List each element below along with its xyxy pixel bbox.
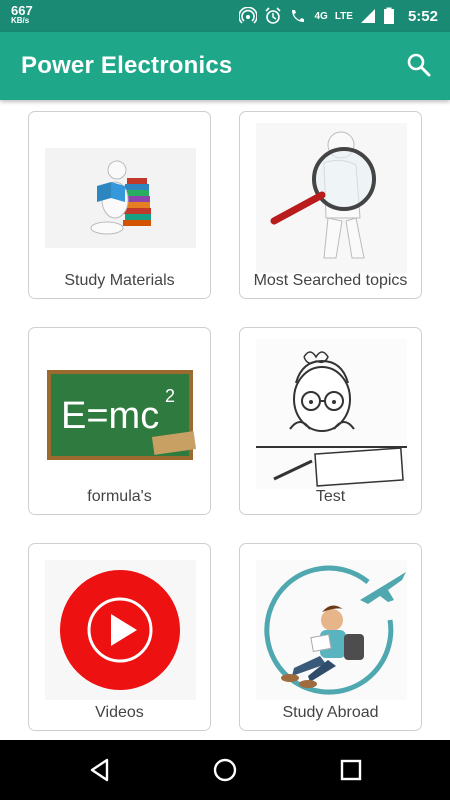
card-formulas[interactable]: E=mc 2 formula's xyxy=(28,327,211,515)
card-study-materials[interactable]: Study Materials xyxy=(28,111,211,299)
card-label: formula's xyxy=(87,488,152,505)
card-label: Videos xyxy=(95,704,144,721)
hotspot-icon xyxy=(239,7,258,24)
search-icon[interactable] xyxy=(406,52,432,78)
play-button-illustration xyxy=(45,560,196,700)
card-label: Test xyxy=(315,488,346,505)
reading-figure-illustration xyxy=(45,128,196,268)
back-icon[interactable] xyxy=(87,757,113,783)
card-test[interactable]: Test xyxy=(239,327,422,515)
card-label: Study Materials xyxy=(64,272,175,289)
chalkboard-superscript: 2 xyxy=(165,386,175,406)
card-label: Most Searched topics xyxy=(253,272,408,289)
magnifier-figure-illustration xyxy=(256,123,407,273)
network-speed-unit: KB/s xyxy=(11,16,30,25)
student-test-illustration xyxy=(256,339,407,489)
alarm-icon xyxy=(265,7,282,24)
home-icon[interactable] xyxy=(212,757,238,783)
chalkboard-equation: E=mc xyxy=(61,395,159,437)
wifi-calling-icon xyxy=(292,10,305,22)
card-study-abroad[interactable]: Study Abroad xyxy=(239,543,422,731)
network-speed: 667 KB/s xyxy=(11,4,33,25)
card-videos[interactable]: Videos xyxy=(28,543,211,731)
card-most-searched-topics[interactable]: Most Searched topics xyxy=(239,111,422,299)
status-bar: 667 KB/s 4G LTE 5:52 xyxy=(0,0,450,32)
network-4g-label: 4G xyxy=(314,10,328,22)
recents-icon[interactable] xyxy=(338,757,364,783)
app-bar: Power Electronics xyxy=(0,32,450,100)
navigation-bar xyxy=(0,740,450,800)
topics-grid: Study Materials Most Searched topics E=m… xyxy=(0,100,450,740)
student-airplane-illustration xyxy=(256,560,407,700)
status-icons: 4G LTE 5:52 xyxy=(239,0,438,32)
clock-time: 5:52 xyxy=(407,7,438,25)
card-label: Study Abroad xyxy=(282,704,379,721)
battery-icon xyxy=(383,7,394,24)
chalkboard-illustration: E=mc 2 xyxy=(45,344,196,484)
signal-icon xyxy=(360,9,375,23)
network-lte-label: LTE xyxy=(334,10,353,22)
app-title: Power Electronics xyxy=(21,52,233,79)
